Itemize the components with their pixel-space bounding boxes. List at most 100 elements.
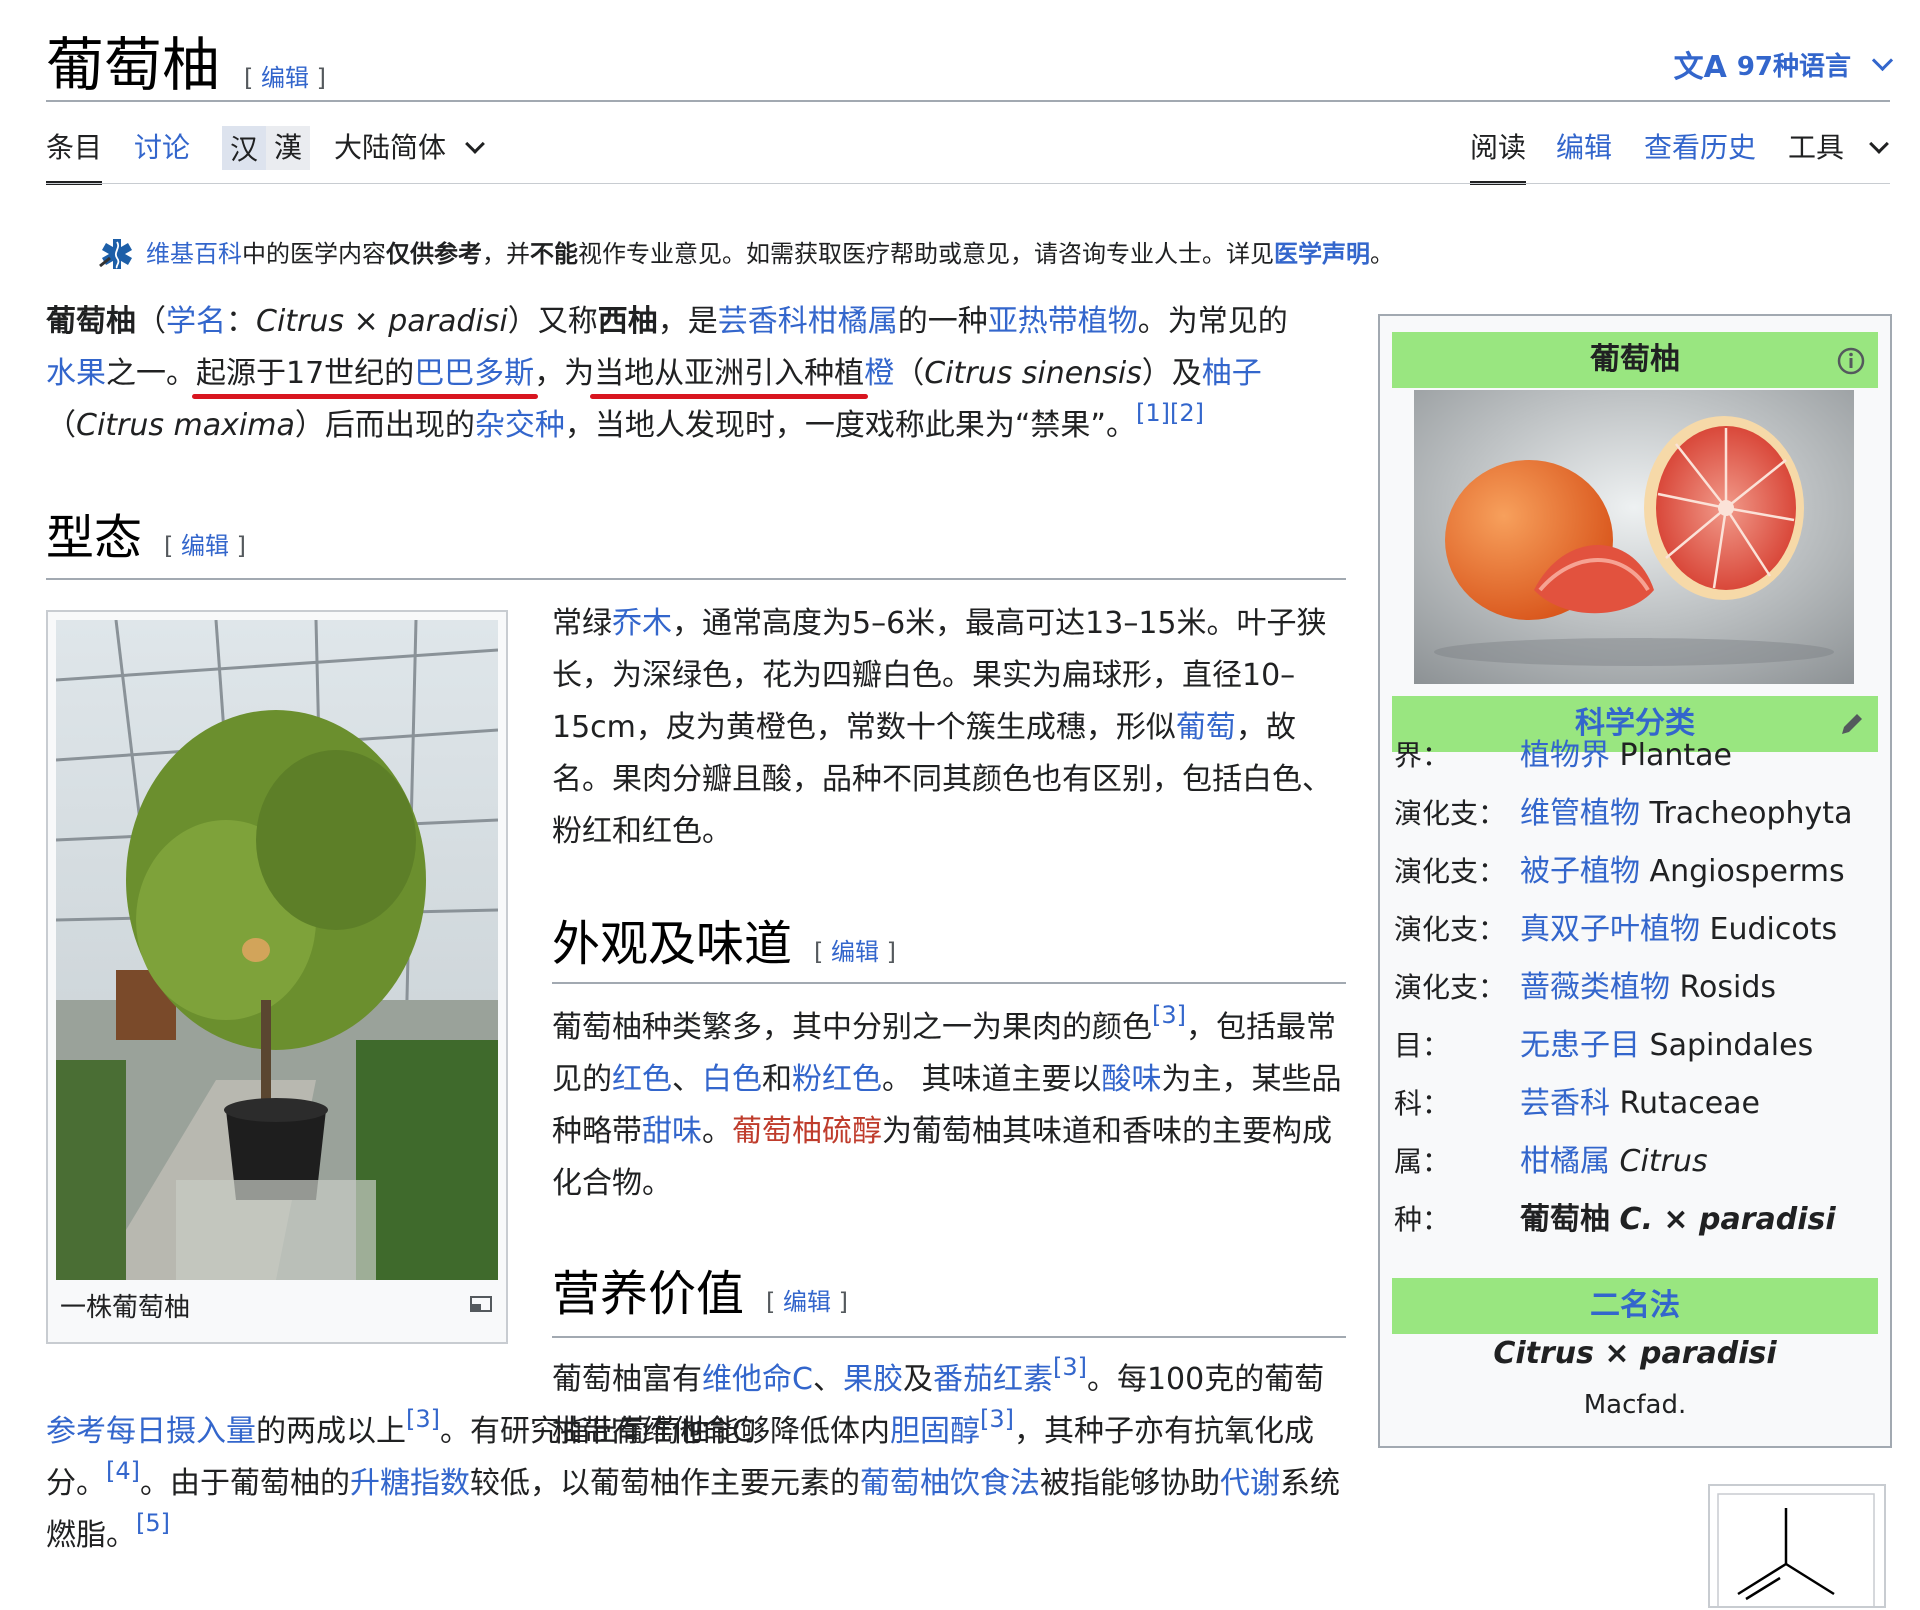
taxonomy-value: 无患子目 Sapindales [1520,1026,1813,1066]
enlarge-icon[interactable] [470,1296,492,1312]
ref-3[interactable]: [3] [1053,1353,1087,1381]
grapefruit-photo[interactable] [1414,390,1854,684]
heading-nutrition: 营养价值 [552,1266,745,1322]
nutrition-text: 、 [812,1362,843,1397]
variant-simplified[interactable]: 汉 [222,128,266,168]
nutrition-paragraph-rest: 参考每日摄入量的两成以上[3]。有研究指出葡萄柚能够降低体内胆固醇[3]，其种子… [46,1406,1352,1562]
link-scientific-name[interactable]: 学名 [166,304,226,339]
link-white[interactable]: 白色 [702,1062,762,1097]
taxonomy-value: 葡萄柚 C. × paradisi [1520,1200,1836,1240]
taxonomy-rank-label: 目： [1394,1029,1451,1062]
edit-bracket-close: ] [838,1288,849,1316]
link-orange[interactable]: 橙 [864,356,894,391]
edit-bracket-open: [ [244,64,254,92]
edit-label[interactable]: 编辑 [181,532,229,560]
link-grape[interactable]: 葡萄 [1176,710,1236,745]
taxonomy-latin-name: Tracheophyta [1649,796,1853,831]
ref-3[interactable]: [3] [406,1405,440,1433]
notice-disclaimer-link[interactable]: 医学声明 [1274,236,1370,272]
tab-article[interactable]: 条目 [46,128,102,168]
link-lycopene[interactable]: 番茄红素 [933,1362,1053,1397]
link-cholesterol[interactable]: 胆固醇 [890,1414,980,1449]
link-tree[interactable]: 乔木 [612,606,672,641]
tab-edit[interactable]: 编辑 [1556,128,1612,168]
variant-traditional[interactable]: 漢 [266,126,311,170]
figure-caption: 一株葡萄柚 [60,1293,191,1323]
link-vitamin-c[interactable]: 维他命C [702,1362,813,1397]
edit-bracket-open: [ [766,1288,776,1316]
red-underline-annotation-1: 起源于17世纪的巴巴多斯 [196,356,534,391]
ref-4[interactable]: [4] [106,1457,140,1485]
redlink-grapefruit-mercaptan[interactable]: 葡萄柚硫醇 [732,1114,882,1149]
link-glycemic-index[interactable]: 升糖指数 [350,1466,470,1501]
edit-bracket-open: [ [814,938,824,966]
taxonomy-rank-label: 演化支： [1394,971,1507,1004]
taxonomy-link[interactable]: 芸香科 [1520,1086,1610,1121]
pencil-edit-icon[interactable] [1838,710,1866,738]
chemical-structure-image[interactable] [1710,1486,1884,1610]
link-grapefruit-diet[interactable]: 葡萄柚饮食法 [860,1466,1040,1501]
edit-label[interactable]: 编辑 [261,64,309,92]
link-sweet[interactable]: 甜味 [642,1114,702,1149]
section-edit-link[interactable]: [ 编辑 ] [164,526,246,561]
link-rdi[interactable]: 参考每日摄入量 [46,1414,256,1449]
tab-talk[interactable]: 讨论 [134,128,190,168]
edit-label[interactable]: 编辑 [783,1288,831,1316]
link-hybrid[interactable]: 杂交种 [475,408,565,443]
taxonomy-latin-name: Angiosperms [1649,854,1845,889]
link-subtropical-plant[interactable]: 亚热带植物 [988,304,1138,339]
intro-text: 之一。 [106,356,196,391]
taxonomy-latin-name: Citrus [1619,1144,1708,1179]
ref-3[interactable]: [3] [1152,1001,1186,1029]
appearance-text: 。 其味道主要以 [882,1062,1102,1097]
tab-read[interactable]: 阅读 [1470,128,1526,168]
section-edit-link[interactable]: [ 编辑 ] [814,932,896,967]
taxonomy-link[interactable]: 无患子目 [1520,1028,1640,1063]
ref-1[interactable]: [1] [1136,399,1170,427]
taxonomy-link[interactable]: 蔷薇类植物 [1520,970,1670,1005]
link-rutaceae-citrus[interactable]: 芸香科柑橘属 [718,304,898,339]
variant-switch[interactable]: 汉 漢 [222,126,311,170]
link-barbados[interactable]: 巴巴多斯 [414,356,534,391]
taxonomy-link[interactable]: 被子植物 [1520,854,1640,889]
notice-wikipedia-link[interactable]: 维基百科 [146,236,242,272]
taxonomy-value: 维管植物 Tracheophyta [1520,794,1852,834]
intro-text: 的一种 [897,304,988,339]
link-red[interactable]: 红色 [612,1062,672,1097]
link-sour[interactable]: 酸味 [1102,1062,1162,1097]
link-metabolism[interactable]: 代谢 [1220,1466,1280,1501]
variant-dropdown[interactable]: 大陆简体 [334,128,485,168]
language-count-label: 97种语言 [1736,51,1851,82]
intro-text: ： [226,304,256,339]
ref-5[interactable]: [5] [136,1509,170,1537]
link-pink[interactable]: 粉红色 [792,1062,882,1097]
taxonomy-row: 目： 无患子目 Sapindales [1394,1026,1813,1066]
nutrition-text: 被指能够协助 [1040,1466,1220,1501]
binomial-header-link[interactable]: 二名法 [1590,1288,1680,1323]
title-edit-link[interactable]: [ 编辑 ] [244,58,326,93]
page-title: 葡萄柚 [46,31,221,99]
taxonomy-row: 界： 植物界 Plantae [1394,736,1732,776]
info-icon[interactable] [1836,346,1866,376]
language-button[interactable]: 文A 97种语言 [1674,44,1894,85]
tools-dropdown[interactable]: 工具 [1788,128,1889,168]
link-pectin[interactable]: 果胶 [843,1362,903,1397]
taxonomy-value: 真双子叶植物 Eudicots [1520,910,1837,950]
tab-history[interactable]: 查看历史 [1644,128,1756,168]
edit-label[interactable]: 编辑 [831,938,879,966]
link-fruit[interactable]: 水果 [46,356,106,391]
taxonomy-link[interactable]: 柑橘属 [1520,1144,1610,1179]
taxonomy-link[interactable]: 维管植物 [1520,796,1640,831]
grapefruit-tree-photo[interactable] [56,620,498,1280]
taxonomy-link[interactable]: 真双子叶植物 [1520,912,1700,947]
title-divider [46,100,1890,102]
edit-bracket-close: ] [316,64,327,92]
intro-text: ）又称 [507,304,598,339]
ref-3[interactable]: [3] [980,1405,1014,1433]
notice-text-2: ，并 [482,240,530,268]
link-pomelo[interactable]: 柚子 [1202,356,1262,391]
section-edit-link[interactable]: [ 编辑 ] [766,1282,848,1317]
morph-text: 常绿 [552,606,612,641]
taxonomy-link[interactable]: 植物界 [1520,738,1610,773]
ref-2[interactable]: [2] [1170,399,1204,427]
